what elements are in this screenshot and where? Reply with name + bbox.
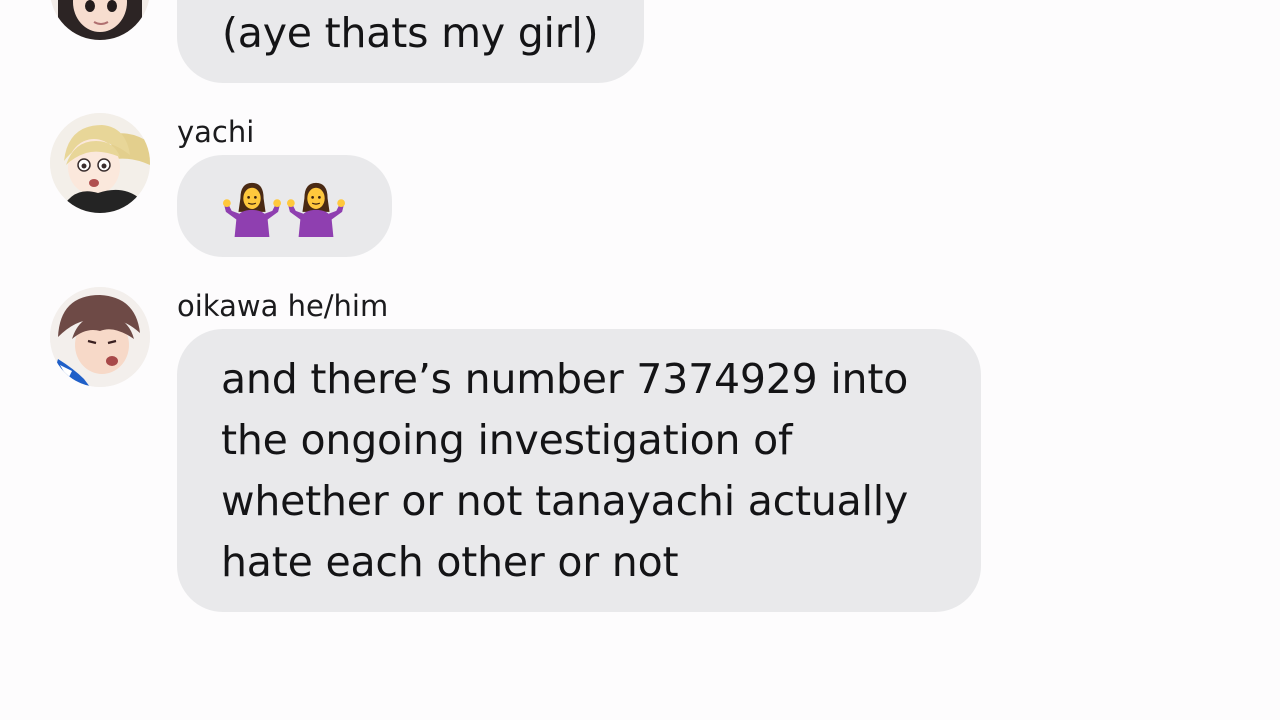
woman-shrugging-icon — [287, 182, 345, 237]
message-bubble[interactable]: and there’s number 7374929 into the ongo… — [177, 329, 981, 612]
woman-shrugging-icon — [223, 182, 281, 237]
message-text: and there’s number 7374929 into the ongo… — [221, 355, 909, 586]
girl-avatar-icon[interactable] — [50, 0, 150, 40]
sender-name: yachi — [177, 115, 255, 149]
chat-thread: (aye thats my girl) yachi oikawa he/him … — [0, 0, 1280, 720]
emoji-row — [223, 179, 392, 237]
message-text: (aye thats my girl) — [222, 9, 599, 57]
sender-name: oikawa he/him — [177, 289, 389, 323]
message-bubble[interactable]: (aye thats my girl) — [177, 0, 644, 83]
yachi-avatar-icon[interactable] — [50, 113, 150, 213]
message-bubble[interactable] — [177, 155, 392, 257]
oikawa-avatar-icon[interactable] — [50, 287, 150, 387]
